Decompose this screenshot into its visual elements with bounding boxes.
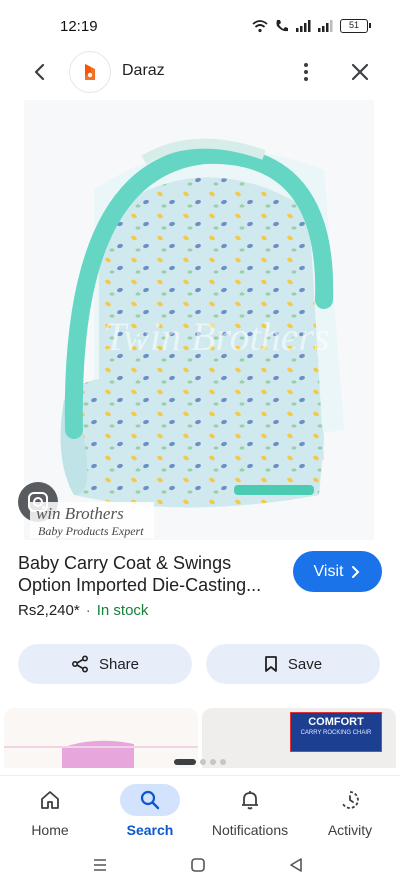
save-button[interactable]: Save <box>206 644 380 684</box>
svg-text:Twin Brothers: Twin Brothers <box>104 314 330 359</box>
activity-icon <box>320 784 380 816</box>
share-label: Share <box>98 655 140 673</box>
watermark-subtitle: Baby Products Expert <box>38 524 144 538</box>
related-thumbnail: COMFORT CARRY ROCKING CHAIR <box>290 712 382 752</box>
signal-icon <box>318 20 333 32</box>
product-photo: Twin Brothers <box>24 100 374 540</box>
close-icon[interactable] <box>348 60 372 84</box>
bottom-nav: Home Search Notifications Activity <box>0 776 400 846</box>
product-image[interactable]: Twin Brothers <box>0 100 400 540</box>
bookmark-icon <box>264 656 277 672</box>
pager-dot <box>220 759 226 765</box>
system-nav-bar <box>0 846 400 888</box>
pager-dot <box>200 759 206 765</box>
nav-label: Home <box>31 822 69 838</box>
call-icon <box>276 20 288 32</box>
price-row: Rs2,240* · In stock <box>18 602 148 619</box>
more-vert-icon[interactable] <box>298 60 314 84</box>
status-bar: 12:19 51 <box>0 0 400 52</box>
signal-icon <box>296 20 311 32</box>
thumb-sub-text: CARRY ROCKING CHAIR <box>300 730 372 736</box>
back-icon[interactable] <box>28 60 52 84</box>
watermark-title: win Brothers <box>36 504 124 523</box>
thumb-brand-text: COMFORT <box>308 716 364 728</box>
status-time: 12:19 <box>60 18 98 35</box>
pager-active-dot <box>174 759 196 765</box>
chevron-right-icon <box>352 565 360 578</box>
header: Daraz <box>0 52 400 92</box>
home-icon <box>20 784 80 816</box>
search-icon <box>120 784 180 816</box>
share-button[interactable]: Share <box>18 644 192 684</box>
bell-icon <box>220 784 280 816</box>
wifi-icon <box>252 20 268 33</box>
back-nav-icon[interactable] <box>286 855 306 875</box>
nav-search[interactable]: Search <box>100 776 200 846</box>
visit-label: Visit <box>313 562 344 580</box>
nav-notifications[interactable]: Notifications <box>200 776 300 846</box>
nav-label: Activity <box>327 822 373 838</box>
save-label: Save <box>287 655 323 673</box>
pager-dot <box>210 759 216 765</box>
daraz-logo-icon <box>85 64 95 80</box>
recents-icon[interactable] <box>90 855 110 875</box>
status-icons: 51 <box>252 17 371 35</box>
product-price: Rs2,240* <box>18 602 80 619</box>
home-button-icon[interactable] <box>188 855 208 875</box>
site-logo[interactable] <box>70 52 110 92</box>
share-icon <box>71 655 88 673</box>
battery-icon: 51 <box>340 19 371 33</box>
product-title[interactable]: Baby Carry Coat & Swings Option Imported… <box>18 552 278 596</box>
nav-label: Notifications <box>211 822 289 838</box>
separator-dot: · <box>85 602 91 619</box>
site-name[interactable]: Daraz <box>122 62 165 80</box>
carousel-indicator <box>0 756 400 768</box>
nav-activity[interactable]: Activity <box>300 776 400 846</box>
stock-status: In stock <box>96 602 149 619</box>
nav-label: Search <box>126 822 174 838</box>
nav-home[interactable]: Home <box>0 776 100 846</box>
visit-button[interactable]: Visit <box>293 551 382 592</box>
